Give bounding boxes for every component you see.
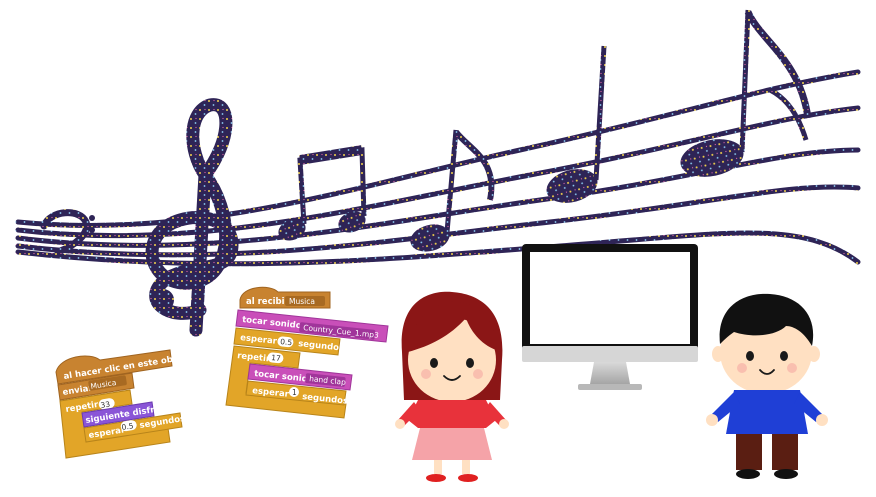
repeat-right-value: 17 [271, 353, 282, 363]
scene: al hacer clic en este objeto enviar Musi… [15, 9, 861, 482]
script-right: al recibir Musica tocar sonido Country_C… [225, 286, 389, 419]
computer-monitor-icon [522, 244, 698, 390]
wait-2-value: 1 [292, 388, 297, 397]
receive-dropdown-value: Musica [289, 297, 315, 306]
receive-label: al recibir [246, 297, 290, 307]
treble-clef-icon [145, 98, 239, 337]
script-left: al hacer clic en este objeto enviar Musi… [55, 349, 192, 459]
wait-seconds-value: 0.5 [121, 421, 134, 432]
monitor-screen [530, 252, 690, 344]
boy-character [706, 293, 828, 479]
girl-character [395, 291, 509, 482]
wait-1-value: 0.5 [280, 337, 293, 347]
